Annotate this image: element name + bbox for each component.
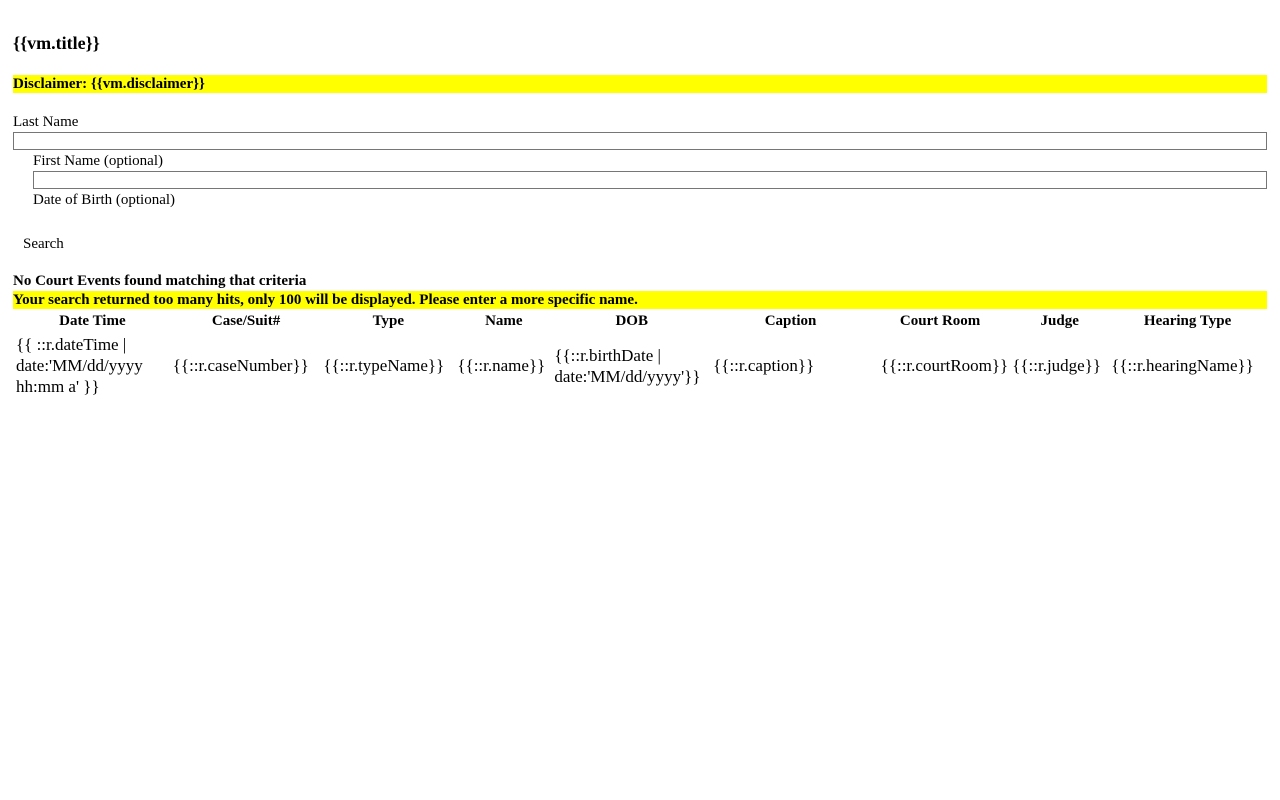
cell-name: {{::r.name}} (457, 356, 546, 375)
header-name: Name (485, 313, 523, 329)
search-button[interactable]: Search (16, 234, 71, 254)
header-date-time: Date Time (59, 313, 126, 329)
first-name-input[interactable] (33, 171, 1267, 189)
cell-court-room: {{::r.courtRoom}} (880, 356, 1009, 375)
cell-caption: {{::r.caption}} (713, 356, 815, 375)
page: {{vm.title}} Disclaimer: {{vm.disclaimer… (0, 0, 1280, 800)
table-header-row: Date Time Case/Suit# Type Name DOB Capti… (15, 312, 1265, 331)
too-many-results-warning: Your search returned too many hits, only… (13, 291, 1267, 309)
header-type: Type (372, 313, 405, 329)
header-dob: DOB (615, 313, 648, 329)
cell-dob: {{::r.birthDate | date:'MM/dd/yyyy'}} (554, 345, 701, 386)
page-title: {{vm.title}} (13, 33, 100, 53)
dob-label: Date of Birth (optional) (33, 192, 176, 208)
results-table: Date Time Case/Suit# Type Name DOB Capti… (13, 310, 1267, 400)
cell-date-time: {{ ::r.dateTime | date:'MM/dd/yyyy hh:mm… (16, 335, 143, 396)
header-court-room: Court Room (899, 313, 981, 329)
last-name-input[interactable] (13, 132, 1267, 150)
cell-hearing-type: {{::r.hearingName}} (1111, 356, 1254, 375)
cell-type: {{::r.typeName}} (323, 356, 445, 375)
table-row: {{ ::r.dateTime | date:'MM/dd/yyyy hh:mm… (15, 333, 1265, 398)
header-hearing-type: Hearing Type (1143, 313, 1232, 329)
last-name-label: Last Name (13, 114, 79, 130)
no-results-message: No Court Events found matching that crit… (13, 273, 307, 289)
first-name-label: First Name (optional) (33, 153, 163, 169)
cell-case-number: {{::r.caseNumber}} (172, 356, 309, 375)
header-judge: Judge (1040, 313, 1079, 329)
disclaimer-banner: Disclaimer: {{vm.disclaimer}} (13, 75, 1267, 93)
header-caption: Caption (764, 313, 817, 329)
cell-judge: {{::r.judge}} (1012, 356, 1102, 375)
header-case-suit: Case/Suit# (211, 313, 281, 329)
